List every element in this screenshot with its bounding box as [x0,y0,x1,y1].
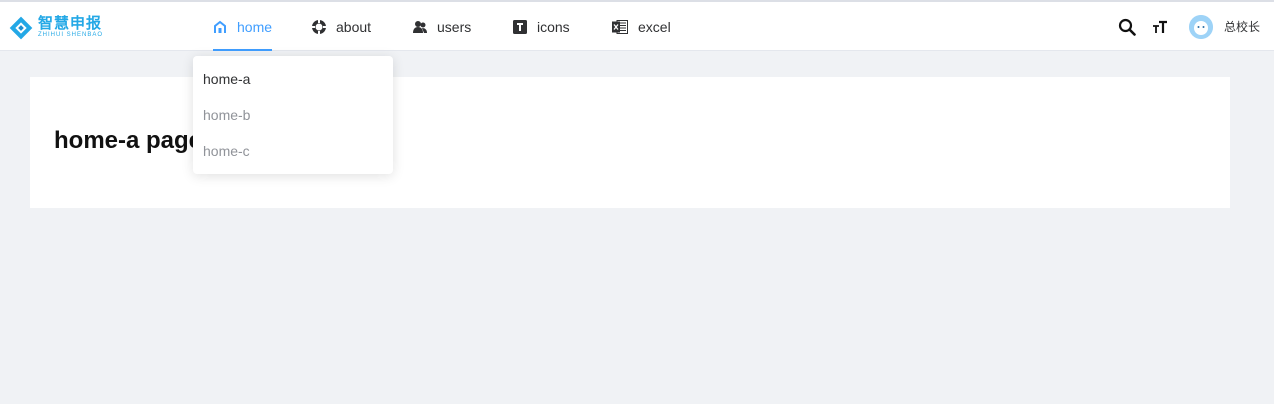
nav-icons[interactable]: icons [513,2,570,51]
submenu-item-home-a[interactable]: home-a [203,71,250,87]
user-menu[interactable]: 总校长 [1224,2,1260,51]
font-size-button[interactable] [1152,2,1168,51]
font-size-icon [1153,20,1167,33]
submenu-item-home-b[interactable]: home-b [203,107,250,123]
nav-users-label: users [437,18,472,35]
home-submenu-dropdown: home-a home-b home-c [193,56,393,174]
avatar[interactable] [1189,2,1213,51]
brand-name: 智慧申报 [38,14,103,32]
page-title: home-a page [54,127,203,154]
nav-about[interactable]: about [312,2,371,51]
lifebuoy-icon [312,19,326,34]
avatar-icon [1189,14,1213,39]
users-icon [413,20,427,33]
nav-about-label: about [336,18,372,35]
submenu-item-home-c[interactable]: home-c [203,143,250,159]
username: 总校长 [1223,20,1260,34]
home-icon [214,20,226,33]
logo-icon [9,16,33,40]
search-button[interactable] [1118,2,1136,51]
nav-home-label: home [237,18,273,35]
brand-subtitle: ZHIHUI SHENBAO [38,32,104,38]
nav-users[interactable]: users [413,2,471,51]
nav-excel[interactable]: excel [612,2,671,51]
nav-excel-label: excel [638,18,671,35]
top-header: 智慧申报 ZHIHUI SHENBAO home about users ico… [0,2,1274,51]
font-icon [513,19,527,34]
nav-home[interactable]: home [213,2,273,51]
search-icon [1118,18,1136,36]
nav-icons-label: icons [537,18,570,35]
brand-logo[interactable]: 智慧申报 ZHIHUI SHENBAO [8,13,108,43]
excel-icon [612,19,628,34]
